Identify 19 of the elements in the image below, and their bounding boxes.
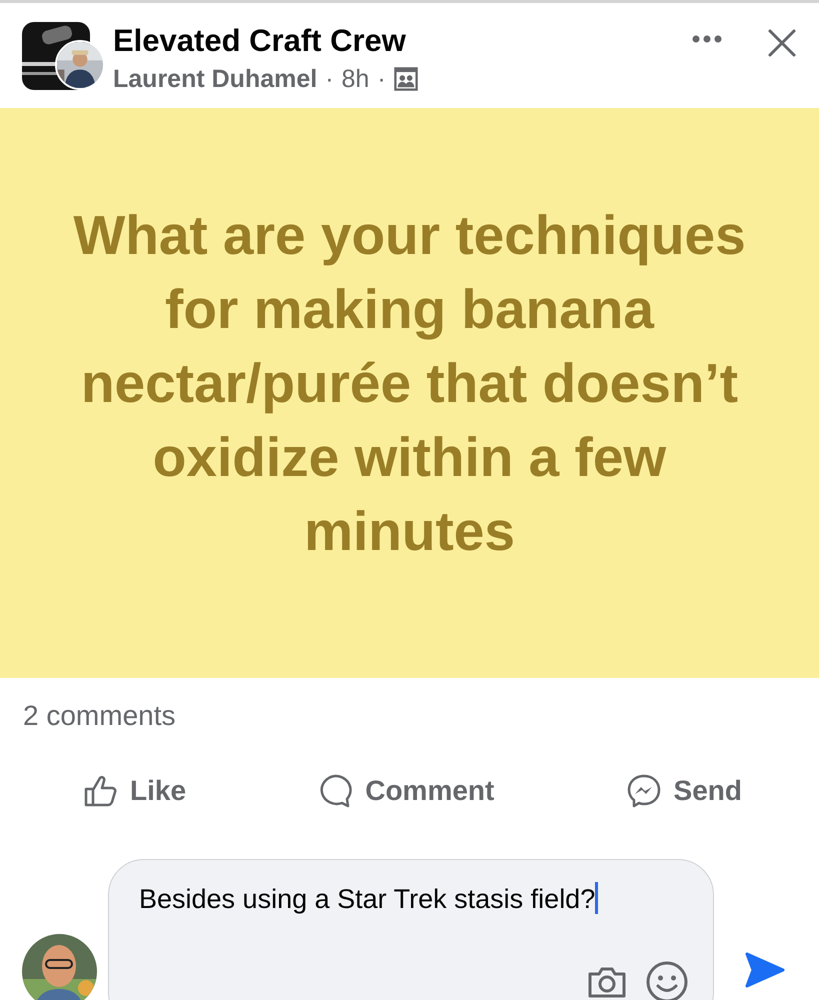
send-button[interactable]: Send	[626, 773, 742, 809]
comment-button[interactable]: Comment	[317, 773, 494, 809]
separator-dot: ·	[377, 64, 386, 95]
messenger-icon	[626, 773, 662, 809]
group-name[interactable]: Elevated Craft Crew	[113, 22, 691, 60]
send-icon[interactable]	[744, 951, 786, 989]
text-cursor	[595, 882, 598, 914]
like-button[interactable]: Like	[82, 773, 186, 809]
thumbs-up-icon	[82, 773, 118, 809]
author-name[interactable]: Laurent Duhamel	[113, 62, 318, 96]
separator-dot: ·	[325, 64, 334, 95]
more-options-icon[interactable]	[691, 34, 723, 44]
close-icon[interactable]	[767, 28, 797, 58]
group-members-icon	[394, 67, 418, 91]
post-time[interactable]: 8h	[342, 62, 370, 96]
comment-field[interactable]: Besides using a Star Trek stasis field?	[108, 859, 714, 1000]
comments-count[interactable]: 2 comments	[23, 700, 176, 731]
emoji-icon[interactable]	[645, 960, 689, 1000]
post-text: What are your techniques for making banana nectar/purée that doesn’t oxidize within a few minutes	[72, 203, 747, 564]
